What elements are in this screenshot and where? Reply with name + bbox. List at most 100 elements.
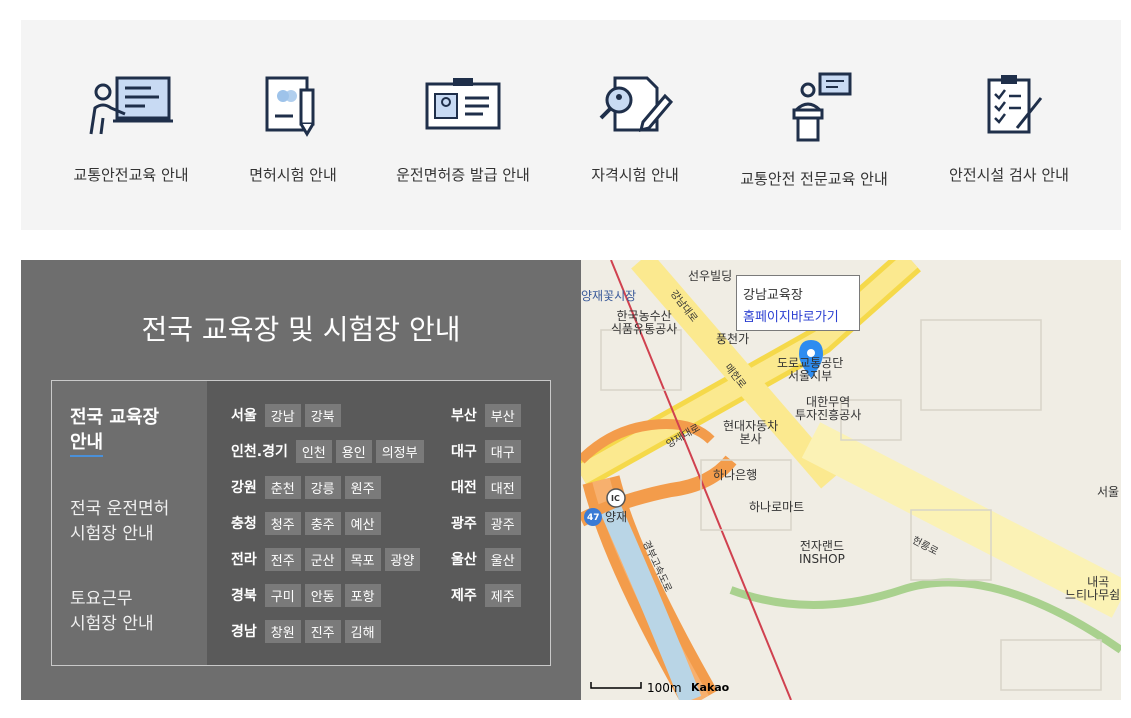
place-link[interactable]: 구미	[264, 583, 301, 607]
quick-link-qualification-exam[interactable]: 자격시험 안내	[550, 72, 720, 185]
teacher-board-icon	[89, 76, 173, 135]
region-row-incheon-gyeonggi: 인천.경기 인천 용인 의정부	[231, 439, 428, 463]
popup-title: 강남교육장	[743, 288, 803, 303]
region-row-chungcheong: 충청 청주 충주 예산	[231, 511, 385, 535]
place-link[interactable]: 충주	[304, 511, 341, 535]
map-label: 하나로마트	[749, 500, 805, 514]
map-label: 선우빌딩	[688, 269, 733, 283]
tab-label: 토요근무	[70, 589, 133, 609]
quick-link-license-test[interactable]: 면허시험 안내	[208, 72, 378, 185]
place-link[interactable]: 광주	[484, 511, 521, 535]
place-link[interactable]: 강릉	[304, 475, 341, 499]
region-name: 서울	[231, 408, 257, 424]
map-info-popup: 강남교육장 홈페이지바로가기	[736, 275, 860, 331]
tab-label: 전국 교육장	[70, 407, 160, 428]
quick-link-safety-inspection[interactable]: 안전시설 검사 안내	[924, 72, 1094, 185]
map-label-line: 현대자동차	[723, 419, 779, 433]
region-row-jeju: 제주 제주	[451, 583, 525, 607]
place-link[interactable]: 전주	[264, 547, 301, 571]
id-card-icon	[425, 78, 501, 130]
map-label: 양재꽃시장	[581, 289, 637, 303]
place-link[interactable]: 강북	[304, 403, 341, 427]
region-row-gangwon: 강원 춘천 강릉 원주	[231, 475, 385, 499]
place-link[interactable]: 대구	[484, 439, 521, 463]
place-link[interactable]: 예산	[344, 511, 381, 535]
place-link[interactable]: 광양	[384, 547, 421, 571]
place-link[interactable]: 용인	[335, 439, 372, 463]
quick-link-traffic-education[interactable]: 교통안전교육 안내	[46, 72, 216, 185]
quick-link-professional-education[interactable]: 교통안전 전문교육 안내	[729, 72, 899, 189]
map-label-line: 한국농수산	[616, 309, 672, 323]
place-link[interactable]: 원주	[344, 475, 381, 499]
quick-link-license-issue[interactable]: 운전면허증 발급 안내	[378, 72, 548, 185]
tab-education-centers[interactable]: 전국 교육장 안내	[70, 405, 159, 457]
region-name: 대구	[451, 444, 477, 460]
place-link[interactable]: 창원	[264, 619, 301, 643]
place-link[interactable]: 의정부	[375, 439, 424, 463]
region-name: 경남	[231, 624, 257, 640]
region-name: 충청	[231, 516, 257, 532]
place-link[interactable]: 김해	[344, 619, 381, 643]
map-label: 현대자동차 본사	[723, 420, 778, 446]
region-name: 강원	[231, 480, 257, 496]
guide-tabs: 전국 교육장 안내 전국 운전면허 시험장 안내 토요근무 시험장 안내	[52, 381, 207, 665]
place-link[interactable]: 청주	[264, 511, 301, 535]
place-link[interactable]: 포항	[344, 583, 381, 607]
region-row-seoul: 서울 강남 강북	[231, 403, 345, 427]
region-row-jeolla: 전라 전주 군산 목포 광양	[231, 547, 424, 571]
tab-label: 시험장 안내	[70, 524, 154, 544]
map-label: 47	[587, 513, 600, 523]
map-label: IC	[611, 494, 620, 503]
speaker-podium-icon	[792, 72, 852, 142]
place-link[interactable]: 제주	[484, 583, 521, 607]
location-map[interactable]: 선우빌딩 양재꽃시장 한국농수산 식품유통공사 풍천가 도로교통공단 서울지부 …	[581, 260, 1121, 700]
place-link[interactable]: 목포	[344, 547, 381, 571]
kakao-logo: Kakao	[691, 681, 730, 694]
center-guide-panel: 전국 교육장 및 시험장 안내 전국 교육장 안내 전국 운전면허 시험장 안내…	[21, 260, 581, 700]
region-name: 광주	[451, 516, 477, 532]
place-link[interactable]: 부산	[484, 403, 521, 427]
region-row-daegu: 대구 대구	[451, 439, 525, 463]
region-name: 제주	[451, 588, 477, 604]
region-name: 대전	[451, 480, 477, 496]
map-label-line: 내곡	[1087, 575, 1110, 589]
place-link[interactable]: 안동	[304, 583, 341, 607]
map-label-line: 식품유통공사	[611, 322, 678, 336]
region-list-panel: 서울 강남 강북 인천.경기 인천 용인 의정부 강원 춘천 강릉 원주 충청 …	[207, 381, 550, 665]
region-name: 인천.경기	[231, 444, 288, 460]
region-name: 울산	[451, 552, 477, 568]
region-name: 경북	[231, 588, 257, 604]
quick-link-label: 자격시험 안내	[591, 166, 679, 184]
map-label: 도로교통공단 서울지부	[777, 357, 843, 383]
place-link[interactable]: 인천	[295, 439, 332, 463]
tab-saturday-test-centers[interactable]: 토요근무 시험장 안내	[70, 587, 154, 637]
place-link[interactable]: 울산	[484, 547, 521, 571]
map-label: 내곡 느티나무쉼터	[1065, 576, 1121, 602]
tab-license-test-centers[interactable]: 전국 운전면허 시험장 안내	[70, 497, 169, 547]
map-label-line: 전자랜드	[799, 539, 844, 553]
place-link[interactable]: 진주	[304, 619, 341, 643]
region-row-daejeon: 대전 대전	[451, 475, 525, 499]
map-label-line: 본사	[739, 432, 762, 446]
map-label: 전자랜드 INSHOP	[799, 540, 845, 566]
region-row-gyeongnam: 경남 창원 진주 김해	[231, 619, 385, 643]
place-link[interactable]: 군산	[304, 547, 341, 571]
certificate-exam-icon	[599, 76, 674, 133]
place-link[interactable]: 강남	[264, 403, 301, 427]
checklist-icon	[987, 75, 1043, 134]
map-label: 한국농수산 식품유통공사	[611, 310, 677, 336]
place-link[interactable]: 춘천	[264, 475, 301, 499]
map-label-line: 서울지부	[788, 369, 833, 383]
tab-label: 안내	[70, 430, 104, 457]
quick-link-label: 교통안전 전문교육 안내	[740, 170, 888, 188]
region-row-busan: 부산 부산	[451, 403, 525, 427]
region-name: 부산	[451, 408, 477, 424]
place-link[interactable]: 대전	[484, 475, 521, 499]
map-label-line: INSHOP	[799, 552, 845, 566]
tab-label: 시험장 안내	[70, 614, 154, 634]
guide-box: 전국 교육장 안내 전국 운전면허 시험장 안내 토요근무 시험장 안내 서울 …	[51, 380, 551, 666]
homepage-link[interactable]: 홈페이지바로가기	[743, 306, 839, 325]
map-label-line: 투자진흥공사	[795, 408, 862, 422]
map-label: 풍천가	[716, 332, 750, 346]
map-label-line: 느티나무쉼터	[1065, 588, 1121, 602]
